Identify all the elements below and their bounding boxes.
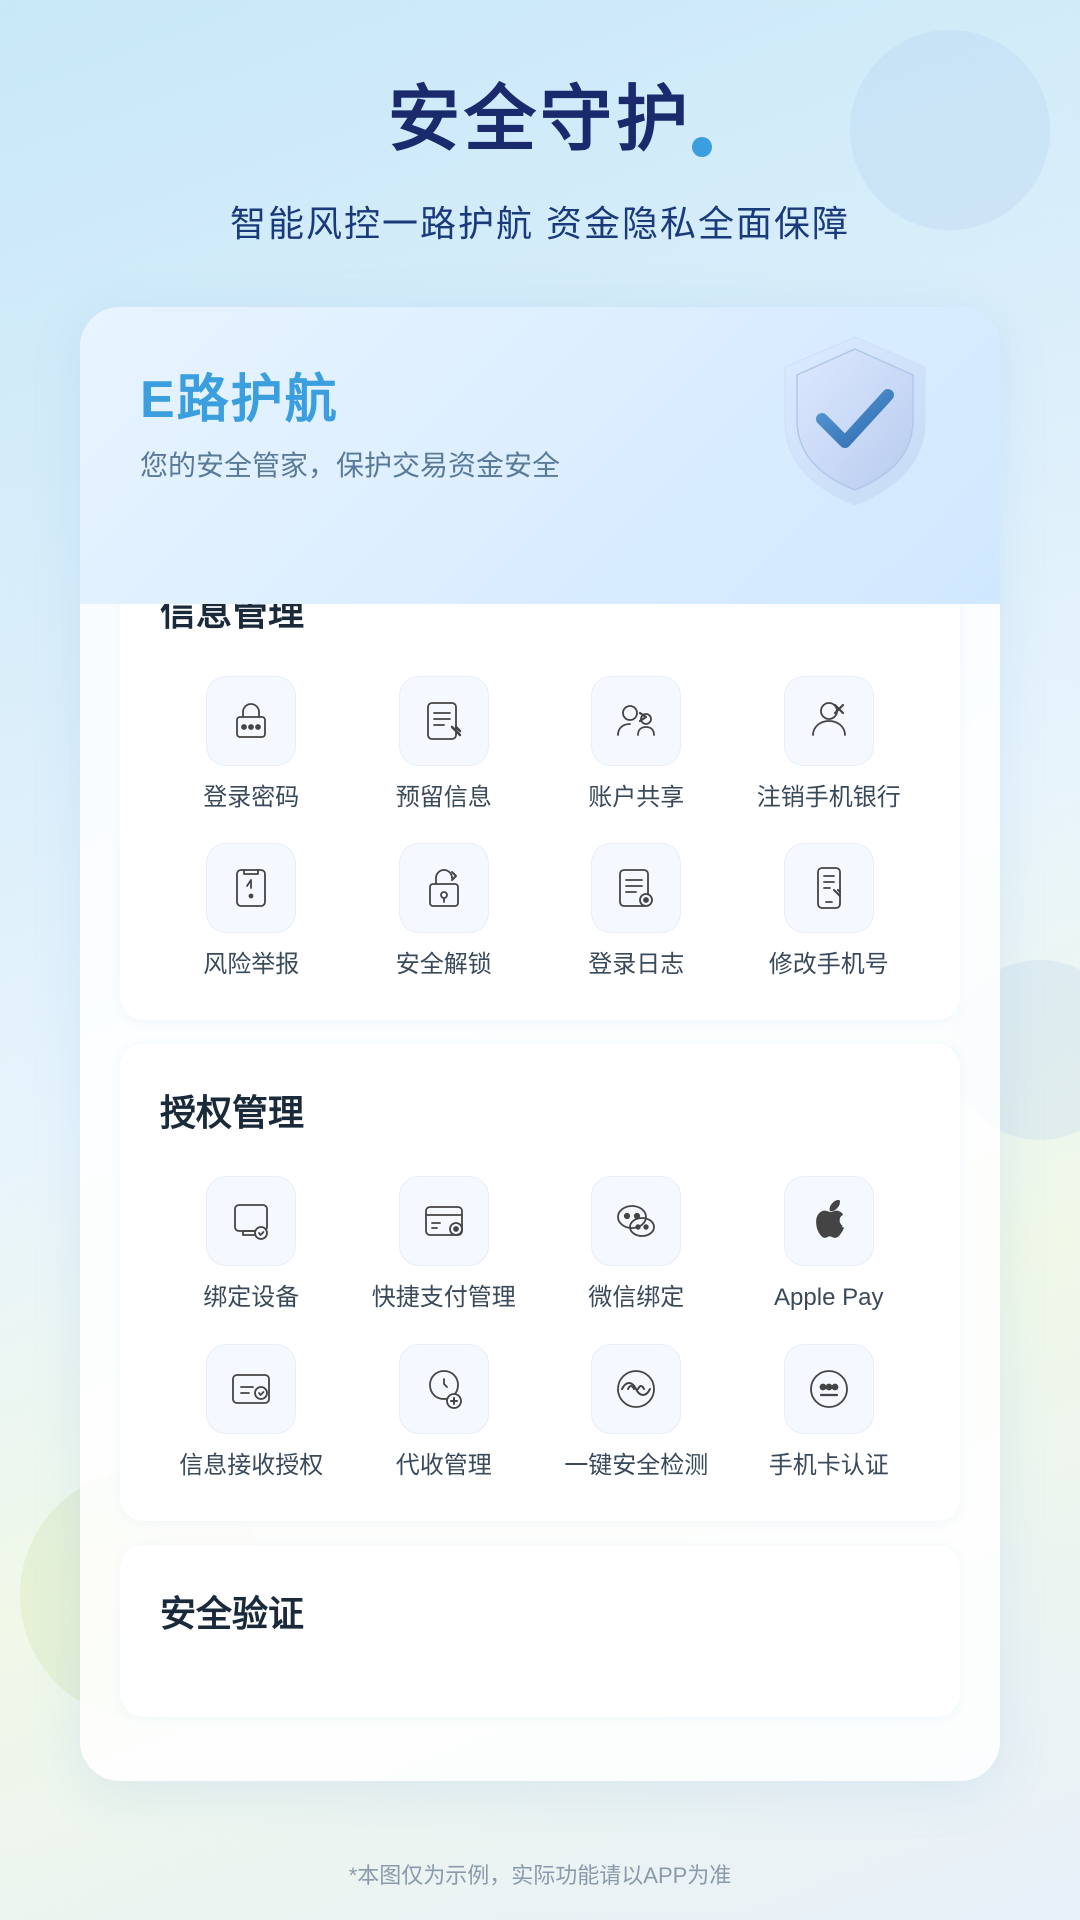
account-share-icon-box bbox=[591, 676, 681, 766]
item-bind-device[interactable]: 绑定设备 bbox=[160, 1176, 343, 1313]
reserved-info-icon-box bbox=[399, 676, 489, 766]
collect-manage-icon-box bbox=[399, 1344, 489, 1434]
account-share-label: 账户共享 bbox=[588, 782, 684, 813]
sim-auth-icon-box bbox=[784, 1344, 874, 1434]
apple-pay-icon-box bbox=[784, 1176, 874, 1266]
item-risk-report[interactable]: 风险举报 bbox=[160, 843, 343, 980]
item-wechat-bind[interactable]: 微信绑定 bbox=[545, 1176, 728, 1313]
risk-report-label: 风险举报 bbox=[203, 949, 299, 980]
login-password-icon-box bbox=[206, 676, 296, 766]
verify-section-title: 安全验证 bbox=[160, 1585, 920, 1637]
page-container: 安全守护 智能风控一路护航 资金隐私全面保障 E路护航 您的安全管家，保护交易资… bbox=[0, 0, 1080, 1920]
main-card: E路护航 您的安全管家，保护交易资金安全 bbox=[80, 307, 1000, 1781]
item-reserved-info[interactable]: 预留信息 bbox=[353, 676, 536, 813]
cancel-mobile-label: 注销手机银行 bbox=[757, 782, 901, 813]
card-banner: E路护航 您的安全管家，保护交易资金安全 bbox=[80, 307, 1000, 604]
item-login-password[interactable]: 登录密码 bbox=[160, 676, 343, 813]
wechat-bind-icon-box bbox=[591, 1176, 681, 1266]
decoration-blob1 bbox=[850, 30, 1050, 230]
change-phone-label: 修改手机号 bbox=[769, 949, 889, 980]
item-safe-unlock[interactable]: 安全解锁 bbox=[353, 843, 536, 980]
wechat-bind-label: 微信绑定 bbox=[588, 1282, 684, 1313]
title-dot bbox=[692, 137, 712, 157]
safety-check-label: 一键安全检测 bbox=[564, 1450, 708, 1481]
item-safety-check[interactable]: 一键安全检测 bbox=[545, 1344, 728, 1481]
safe-unlock-label: 安全解锁 bbox=[396, 949, 492, 980]
page-header: 安全守护 智能风控一路护航 资金隐私全面保障 bbox=[230, 60, 850, 247]
login-log-icon-box bbox=[591, 843, 681, 933]
login-log-label: 登录日志 bbox=[588, 949, 684, 980]
item-quick-pay[interactable]: 快捷支付管理 bbox=[353, 1176, 536, 1313]
safe-unlock-icon-box bbox=[399, 843, 489, 933]
info-icon-grid: 登录密码 预留信息 账户共享 bbox=[160, 676, 920, 980]
login-password-label: 登录密码 bbox=[203, 782, 299, 813]
item-login-log[interactable]: 登录日志 bbox=[545, 843, 728, 980]
apple-pay-label: Apple Pay bbox=[774, 1282, 883, 1313]
reserved-info-label: 预留信息 bbox=[396, 782, 492, 813]
item-cancel-mobile[interactable]: 注销手机银行 bbox=[738, 676, 921, 813]
auth-section-title: 授权管理 bbox=[160, 1084, 920, 1136]
change-phone-icon-box bbox=[784, 843, 874, 933]
footer-note: *本图仅为示例，实际功能请以APP为准 bbox=[0, 1858, 1080, 1890]
info-auth-label: 信息接收授权 bbox=[179, 1450, 323, 1481]
quick-pay-label: 快捷支付管理 bbox=[372, 1282, 516, 1313]
item-apple-pay[interactable]: Apple Pay bbox=[738, 1176, 921, 1313]
item-info-auth[interactable]: 信息接收授权 bbox=[160, 1344, 343, 1481]
item-account-share[interactable]: 账户共享 bbox=[545, 676, 728, 813]
item-sim-auth[interactable]: 手机卡认证 bbox=[738, 1344, 921, 1481]
auth-icon-grid: 绑定设备 快捷支付管理 bbox=[160, 1176, 920, 1480]
sim-auth-label: 手机卡认证 bbox=[769, 1450, 889, 1481]
verify-section: 安全验证 bbox=[120, 1545, 960, 1717]
bind-device-label: 绑定设备 bbox=[203, 1282, 299, 1313]
info-auth-icon-box bbox=[206, 1344, 296, 1434]
item-change-phone[interactable]: 修改手机号 bbox=[738, 843, 921, 980]
risk-report-icon-box bbox=[206, 843, 296, 933]
info-section: 信息管理 登录密码 预留信息 bbox=[120, 544, 960, 1020]
bind-device-icon-box bbox=[206, 1176, 296, 1266]
auth-section: 授权管理 绑定设备 快捷支付管理 bbox=[120, 1044, 960, 1520]
shield-icon bbox=[770, 327, 950, 527]
page-title: 安全守护 bbox=[388, 60, 692, 165]
page-subtitle: 智能风控一路护航 资金隐私全面保障 bbox=[230, 195, 850, 247]
cancel-mobile-icon-box bbox=[784, 676, 874, 766]
item-collect-manage[interactable]: 代收管理 bbox=[353, 1344, 536, 1481]
safety-check-icon-box bbox=[591, 1344, 681, 1434]
quick-pay-icon-box bbox=[399, 1176, 489, 1266]
collect-manage-label: 代收管理 bbox=[396, 1450, 492, 1481]
